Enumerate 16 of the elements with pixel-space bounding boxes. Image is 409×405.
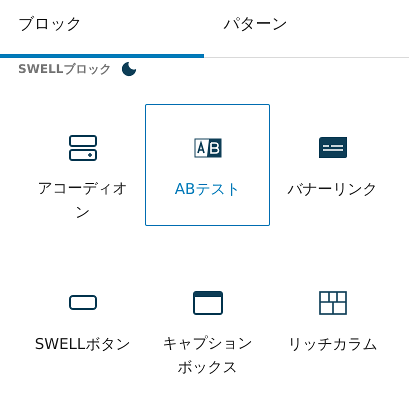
banner-icon — [318, 137, 346, 159]
block-item[interactable]: アコーディオン — [20, 104, 145, 226]
tab[interactable]: ブロック — [0, 0, 204, 58]
columns-icon — [318, 291, 346, 315]
block-item[interactable]: キャプションボックス — [145, 259, 270, 381]
block-item[interactable]: SWELLボタン — [20, 259, 145, 381]
tab[interactable]: パターン — [204, 0, 409, 58]
accordion-icon — [68, 134, 98, 160]
button-icon — [68, 295, 96, 311]
block-item[interactable]: バナーリンク — [270, 104, 395, 226]
section-title: SWELLブロック — [18, 61, 112, 77]
caption-box-icon — [192, 290, 222, 314]
ab-test-icon — [194, 138, 222, 158]
block-item[interactable]: ABテスト — [145, 104, 270, 226]
moon-icon — [121, 61, 138, 77]
block-item[interactable]: リッチカラム — [270, 259, 395, 381]
